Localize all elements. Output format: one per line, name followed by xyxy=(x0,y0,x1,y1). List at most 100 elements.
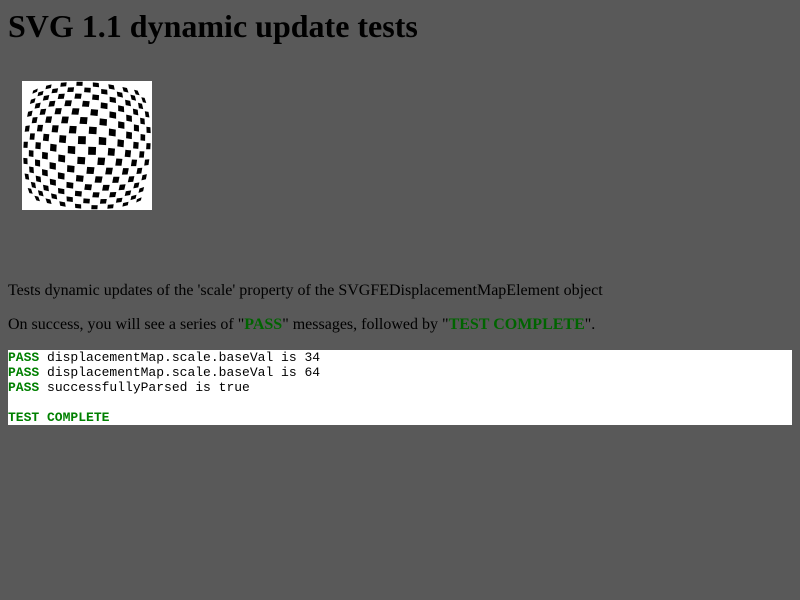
checker-cell xyxy=(108,128,116,137)
checker-cell xyxy=(51,125,59,133)
checker-cell xyxy=(97,157,106,166)
checker-cell xyxy=(42,133,50,142)
checker-cell xyxy=(115,158,123,166)
checker-cell xyxy=(117,139,124,148)
displacement-map-image xyxy=(22,81,152,210)
checker-cell xyxy=(88,126,97,135)
checker-cell xyxy=(92,94,100,101)
test-description: Tests dynamic updates of the 'scale' pro… xyxy=(8,282,603,299)
checker-cell xyxy=(54,108,62,115)
checkerboard-svg xyxy=(22,81,152,210)
checker-cell xyxy=(64,100,72,107)
checker-cell xyxy=(146,143,151,150)
checker-cell xyxy=(126,131,132,140)
checker-cell xyxy=(107,204,114,209)
success-text-post: ". xyxy=(584,316,596,333)
checker-cell xyxy=(92,82,100,88)
checker-cell xyxy=(109,192,117,198)
checker-cell xyxy=(35,159,41,167)
checker-cell xyxy=(74,203,82,209)
checker-cell xyxy=(83,198,90,204)
checker-cell xyxy=(36,124,44,132)
checker-cell xyxy=(99,199,107,204)
checker-cell xyxy=(140,117,145,125)
checker-cell xyxy=(29,166,34,174)
checker-cell xyxy=(86,166,95,174)
checker-cell xyxy=(77,156,86,165)
console-line: PASS displacementMap.scale.baseVal is 64 xyxy=(8,365,792,380)
pass-tag: PASS xyxy=(8,350,40,365)
checker-cell xyxy=(84,184,92,191)
pass-tag: PASS xyxy=(8,380,40,395)
success-pass-word: PASS xyxy=(244,316,283,333)
pass-tag: PASS xyxy=(8,365,40,380)
checker-cell xyxy=(146,126,151,134)
checker-cell xyxy=(92,192,100,198)
checker-cell xyxy=(79,117,88,125)
checker-cell xyxy=(28,150,34,157)
checker-cell xyxy=(49,162,56,170)
checker-cell xyxy=(35,142,41,150)
checker-cell xyxy=(82,100,90,107)
checkerboard-background xyxy=(22,81,152,210)
checker-cell xyxy=(50,143,57,152)
checker-cell xyxy=(112,176,120,183)
checker-cell xyxy=(77,136,86,145)
console-line-text: displacementMap.scale.baseVal is 34 xyxy=(39,350,321,365)
checker-cell xyxy=(23,157,28,165)
checker-cell xyxy=(60,82,67,87)
checker-cell xyxy=(24,125,30,132)
checker-cell xyxy=(67,165,75,173)
checker-cell xyxy=(68,125,77,134)
checker-cell xyxy=(67,87,75,92)
checker-cell xyxy=(133,141,139,149)
page-title: SVG 1.1 dynamic update tests xyxy=(8,8,418,44)
checker-cell xyxy=(144,159,150,166)
success-text-pre: On success, you will see a series of " xyxy=(8,316,245,333)
checker-cell xyxy=(105,167,113,175)
console-complete-line: TEST COMPLETE xyxy=(8,410,792,425)
console-line: PASS successfullyParsed is true xyxy=(8,380,792,395)
checker-cell xyxy=(130,159,138,167)
checker-cell xyxy=(99,118,107,126)
checker-cell xyxy=(88,146,97,155)
success-instructions: On success, you will see a series of "PA… xyxy=(8,316,595,334)
test-console: PASS displacementMap.scale.baseVal is 34… xyxy=(8,350,792,425)
checker-cell xyxy=(101,89,108,95)
checker-cell xyxy=(74,190,82,197)
test-complete-label: TEST COMPLETE xyxy=(8,410,110,425)
checker-cell xyxy=(61,116,69,124)
checker-cell xyxy=(66,181,74,189)
success-complete-word: TEST COMPLETE xyxy=(448,316,585,333)
checker-cell xyxy=(133,124,139,132)
checker-cell xyxy=(74,93,82,99)
checker-cell xyxy=(66,196,73,202)
checker-cell xyxy=(23,141,28,148)
checker-cell xyxy=(94,176,103,183)
console-line: PASS displacementMap.scale.baseVal is 34 xyxy=(8,350,792,365)
checker-cell xyxy=(71,108,80,115)
checker-cell xyxy=(91,205,98,210)
checker-cell xyxy=(67,145,76,155)
checker-cell xyxy=(57,172,65,180)
checker-cell xyxy=(75,175,84,182)
checker-cell xyxy=(118,121,125,129)
checker-cell xyxy=(58,154,66,163)
checker-cell xyxy=(98,136,107,146)
checker-cell xyxy=(42,151,48,160)
checker-cell xyxy=(29,133,35,140)
console-line-text: successfullyParsed is true xyxy=(39,380,250,395)
checker-cell xyxy=(102,184,110,191)
console-line-text: displacementMap.scale.baseVal is 64 xyxy=(39,365,321,380)
checker-cell xyxy=(59,135,67,144)
checker-cell xyxy=(76,81,83,86)
checker-cell xyxy=(121,168,129,175)
checker-cell xyxy=(124,149,132,158)
checker-cell xyxy=(107,147,115,156)
checker-cell xyxy=(139,151,145,158)
checker-cell xyxy=(45,116,53,123)
success-text-mid: " messages, followed by " xyxy=(282,316,449,333)
checker-cell xyxy=(90,109,99,116)
checker-cell xyxy=(109,111,117,119)
